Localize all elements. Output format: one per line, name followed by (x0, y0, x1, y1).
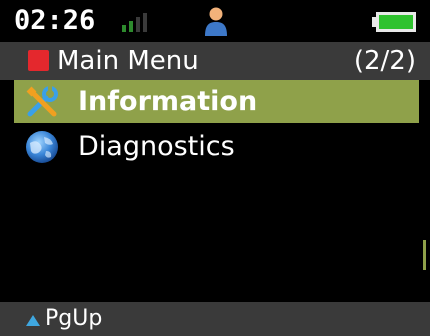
menu-item-label: Information (78, 86, 258, 117)
menu-item-label: Diagnostics (78, 131, 235, 162)
signal-bars-icon (122, 13, 147, 32)
tools-icon (26, 86, 58, 117)
menu-item-information[interactable]: Information (14, 80, 419, 123)
scrollbar-thumb[interactable] (423, 240, 426, 270)
triangle-up-icon (26, 314, 40, 326)
globe-icon (26, 131, 58, 163)
page-indicator: (2/2) (353, 46, 416, 76)
content-rail-left (0, 80, 14, 302)
menu-item-diagnostics[interactable]: Diagnostics (14, 125, 419, 168)
clock-time: 02:26 (14, 5, 96, 36)
battery-icon (372, 12, 416, 32)
page-up-label: PgUp (45, 306, 103, 331)
title-marker-icon (28, 50, 49, 71)
user-icon (205, 7, 227, 36)
device-screen: 02:26 Main Menu (2/2) Information Diagno… (0, 0, 430, 336)
status-bar: 02:26 (0, 0, 430, 42)
page-title: Main Menu (57, 46, 199, 76)
page-up-softkey[interactable]: PgUp (26, 302, 102, 336)
